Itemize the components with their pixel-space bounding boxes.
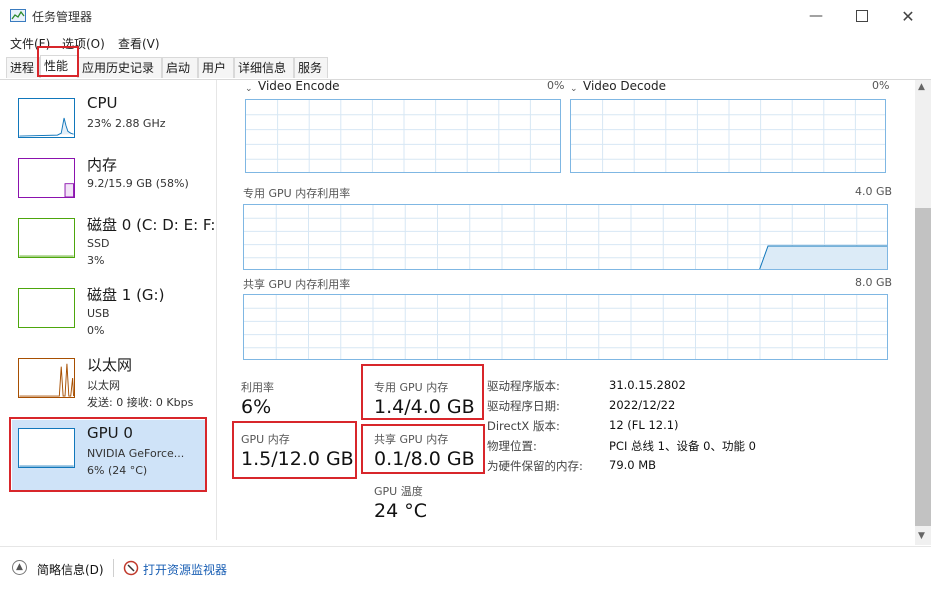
utilization-value: 6% [241, 396, 272, 418]
highlight-gpu-item [9, 417, 207, 492]
video-encode-percent: 0% [547, 79, 565, 92]
physical-location-value: PCI 总线 1、设备 0、功能 0 [609, 439, 756, 453]
cpu-thumbnail-graph [18, 98, 75, 138]
physical-location-key: 物理位置: [487, 439, 537, 453]
sidebar-item-detail: 0% [87, 324, 105, 337]
close-button[interactable]: ✕ [885, 0, 931, 32]
dedicated-memory-graph-label: 专用 GPU 内存利用率 [243, 187, 351, 200]
shared-memory-graph-max: 8.0 GB [855, 276, 893, 289]
highlight-gpu-memory [232, 421, 357, 479]
directx-version-value: 12 (FL 12.1) [609, 418, 679, 432]
chevron-up-icon[interactable]: ⌄ [570, 80, 578, 94]
video-decode-graph [570, 99, 886, 173]
footer-divider [113, 559, 114, 577]
resource-monitor-icon [123, 560, 139, 576]
sidebar-item-detail: 发送: 0 接收: 0 Kbps [87, 396, 194, 409]
driver-date-value: 2022/12/22 [609, 398, 676, 412]
video-decode-percent: 0% [872, 79, 890, 92]
sidebar-divider [216, 80, 217, 540]
menu-view[interactable]: 查看(V) [118, 35, 160, 52]
shared-memory-graph [243, 294, 888, 360]
shared-memory-graph-label: 共享 GPU 内存利用率 [243, 278, 351, 291]
disk0-thumbnail-graph [18, 218, 75, 258]
gpu-temperature-value: 24 °C [374, 500, 427, 522]
highlight-dedicated-memory [361, 364, 484, 420]
sidebar-item-ethernet[interactable]: 以太网 以太网 发送: 0 接收: 0 Kbps [12, 350, 206, 420]
close-icon: ✕ [901, 6, 915, 26]
scrollbar-thumb[interactable] [915, 208, 931, 526]
scroll-down-icon[interactable]: ▼ [918, 531, 925, 541]
task-manager-icon [10, 9, 26, 22]
directx-version-key: DirectX 版本: [487, 419, 560, 433]
sidebar-item-title: 磁盘 0 (C: D: E: F: [87, 216, 216, 234]
window-title: 任务管理器 [32, 10, 93, 24]
grid-lines [571, 100, 885, 172]
sidebar-item-title: 以太网 [87, 356, 133, 374]
tab-app-history[interactable]: 应用历史记录 [78, 57, 162, 78]
footer-bar [0, 546, 931, 594]
tab-users[interactable]: 用户 [198, 57, 234, 78]
chevron-up-icon[interactable]: ▲ [12, 560, 27, 575]
open-resource-monitor-link[interactable]: 打开资源监视器 [143, 561, 227, 578]
tab-startup[interactable]: 启动 [162, 57, 198, 78]
dedicated-memory-graph [243, 204, 888, 270]
sidebar-item-disk-0[interactable]: 磁盘 0 (C: D: E: F: SSD 3% [12, 210, 215, 280]
driver-version-value: 31.0.15.2802 [609, 378, 686, 392]
video-decode-label: Video Decode [583, 79, 666, 93]
sidebar-item-title: CPU [87, 94, 118, 112]
driver-date-key: 驱动程序日期: [487, 399, 560, 413]
sidebar-item-type: SSD [87, 237, 110, 250]
chevron-up-icon[interactable]: ⌄ [245, 80, 253, 94]
highlight-performance-tab [37, 46, 79, 77]
grid-lines [246, 100, 560, 172]
minimize-icon: — [809, 8, 823, 24]
grid-lines [244, 205, 887, 269]
dedicated-memory-graph-max: 4.0 GB [855, 185, 893, 198]
reserved-memory-value: 79.0 MB [609, 458, 657, 472]
grid-lines [244, 295, 887, 359]
sidebar-item-detail: 3% [87, 254, 105, 267]
ethernet-thumbnail-graph [18, 358, 75, 398]
video-encode-graph [245, 99, 561, 173]
video-encode-label: Video Encode [258, 79, 340, 93]
tab-services[interactable]: 服务 [294, 57, 328, 78]
maximize-icon [856, 10, 868, 22]
fewer-details-button[interactable]: 简略信息(D) [37, 561, 104, 578]
sidebar-item-title: 磁盘 1 (G:) [87, 286, 165, 304]
sidebar-item-detail: 9.2/15.9 GB (58%) [87, 177, 189, 190]
sidebar-item-type: USB [87, 307, 110, 320]
disk1-thumbnail-graph [18, 288, 75, 328]
sidebar-item-type: 以太网 [87, 379, 120, 392]
utilization-label: 利用率 [241, 381, 274, 394]
sidebar-item-detail: 23% 2.88 GHz [87, 117, 166, 130]
minimize-button[interactable]: — [793, 0, 839, 32]
driver-version-key: 驱动程序版本: [487, 379, 560, 393]
sidebar-item-disk-1[interactable]: 磁盘 1 (G:) USB 0% [12, 280, 206, 350]
scroll-up-icon[interactable]: ▲ [918, 82, 925, 92]
gpu-temperature-label: GPU 温度 [374, 485, 423, 498]
tab-details[interactable]: 详细信息 [234, 57, 294, 78]
tab-processes[interactable]: 进程 [6, 57, 40, 78]
title-bar [0, 0, 931, 32]
sidebar-item-title: 内存 [87, 156, 118, 174]
memory-thumbnail-graph [18, 158, 75, 198]
highlight-shared-memory [361, 424, 485, 474]
reserved-memory-key: 为硬件保留的内存: [487, 459, 583, 473]
maximize-button[interactable] [839, 0, 885, 32]
